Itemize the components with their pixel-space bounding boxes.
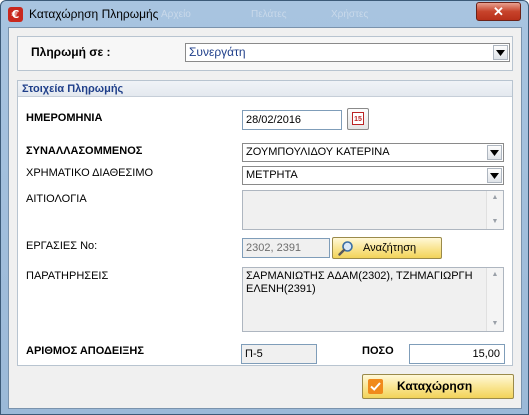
ghost-menu-item: Αρχείο [161,9,191,20]
payment-details-panel: Στοιχεία Πληρωμής ΗΜΕΡΟΜΗΝΙΑ 28/02/2016 … [17,80,513,366]
euro-app-icon: € [8,7,23,22]
payment-to-label: Πληρωμή σε : [31,45,111,59]
panel-title: Στοιχεία Πληρωμής [18,81,512,97]
calendar-icon: 15 [352,112,364,125]
search-button-label: Αναζήτηση [363,242,417,254]
cash-value: ΜΕΤΡΗΤΑ [246,169,298,181]
payment-to-group: Πληρωμή σε : Συνεργάτη [17,36,513,71]
counterparty-select[interactable]: ΖΟΥΜΠΟΥΛΙΔΟΥ ΚΑΤΕΡΙΝΑ [242,143,504,162]
reason-textarea[interactable]: ▲ ▼ [242,190,504,230]
magnifier-icon [338,240,354,263]
notes-value: ΣΑΡΜΑΝΙΩΤΗΣ ΑΔΑΜ(2302), ΤΖΗΜΑΓΙΩΡΓΗ ΕΛΕΝ… [246,270,473,295]
scroll-down-icon[interactable]: ▼ [487,215,503,229]
notes-label: ΠΑΡΑΤΗΡΗΣΕΙΣ [26,270,109,282]
chevron-down-icon[interactable] [487,145,502,160]
ghost-menu-item: Χρήστες [331,9,369,20]
payment-to-select[interactable]: Συνεργάτη [185,43,510,62]
payment-dialog: € Καταχώρηση Πληρωμής Αρχείο Πελάτες Χρή… [0,0,529,415]
cash-select[interactable]: ΜΕΤΡΗΤΑ [242,166,504,185]
calendar-button[interactable]: 15 [347,108,369,130]
jobs-label: ΕΡΓΑΣΙΕΣ Νο: [26,240,98,252]
payment-to-value: Συνεργάτη [189,45,246,59]
reason-label: ΑΙΤΙΟΛΟΓΙΑ [26,193,87,205]
scroll-down-icon[interactable]: ▼ [487,317,503,331]
chevron-down-icon[interactable] [493,45,508,60]
jobs-field[interactable]: 2302, 2391 [242,238,330,258]
reason-scrollbar[interactable]: ▲ ▼ [486,191,503,229]
amount-field[interactable]: 15,00 [409,344,505,364]
notes-textarea[interactable]: ΣΑΡΜΑΝΙΩΤΗΣ ΑΔΑΜ(2302), ΤΖΗΜΑΓΙΩΡΓΗ ΕΛΕΝ… [242,267,504,332]
checkmark-icon [368,379,383,394]
counterparty-label: ΣΥΝΑΛΛΑΣΟΜΜΕΝΟΣ [26,145,143,157]
receipt-number-field[interactable]: Π-5 [241,344,317,364]
submit-button[interactable]: Καταχώρηση [362,374,514,399]
search-button[interactable]: Αναζήτηση [332,237,442,259]
notes-scrollbar[interactable]: ▲ ▼ [486,268,503,331]
window-title: Καταχώρηση Πληρωμής [29,7,159,21]
dialog-body: Πληρωμή σε : Συνεργάτη Στοιχεία Πληρωμής… [8,27,522,409]
close-button[interactable]: ✕ [476,2,521,21]
amount-label: ΠΟΣΟ [362,345,394,357]
scroll-up-icon[interactable]: ▲ [487,268,503,282]
date-field[interactable]: 28/02/2016 [242,110,342,130]
scroll-up-icon[interactable]: ▲ [487,191,503,205]
cash-label: ΧΡΗΜΑΤΙΚΟ ΔΙΑΘΕΣΙΜΟ [26,167,154,179]
receipt-number-label: ΑΡΙΘΜΟΣ ΑΠΟΔΕΙΞΗΣ [26,345,144,357]
ghost-menu-item: Πελάτες [251,9,287,20]
counterparty-value: ΖΟΥΜΠΟΥΛΙΔΟΥ ΚΑΤΕΡΙΝΑ [246,146,390,158]
date-label: ΗΜΕΡΟΜΗΝΙΑ [26,112,103,124]
chevron-down-icon[interactable] [487,168,502,183]
title-bar: € Καταχώρηση Πληρωμής Αρχείο Πελάτες Χρή… [1,1,528,27]
submit-button-label: Καταχώρηση [397,379,473,393]
